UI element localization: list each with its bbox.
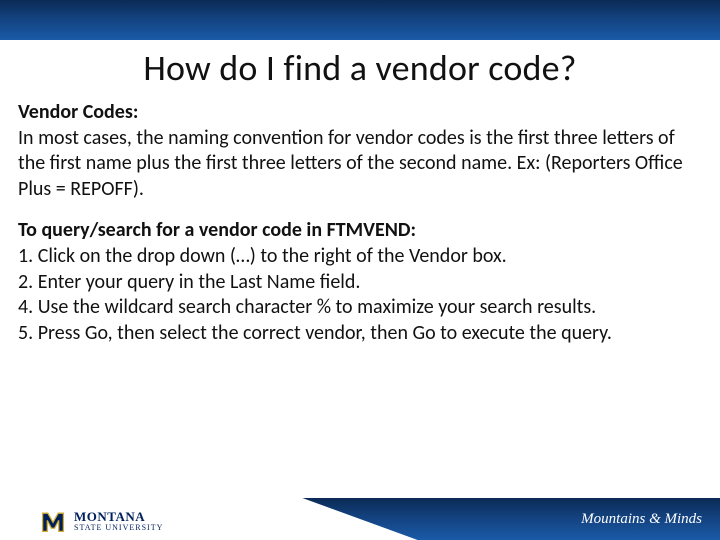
section-vendor-codes: Vendor Codes: In most cases, the naming … [18,100,702,202]
logo-main-text: MONTANA [74,510,163,523]
section2-heading: To query/search for a vendor code in FTM… [18,218,416,242]
footer-tagline: Mountains & Minds [581,511,702,528]
top-banner [0,0,720,40]
step-5: 5. Press Go, then select the correct ven… [18,321,612,345]
section1-heading: Vendor Codes: [18,100,138,124]
step-2: 2. Enter your query in the Last Name fie… [18,270,360,294]
slide-title: How do I find a vendor code? [0,40,720,100]
footer: MONTANA STATE UNIVERSITY Mountains & Min… [0,498,720,540]
slide-body: Vendor Codes: In most cases, the naming … [0,100,720,498]
logo-text-wrap: MONTANA STATE UNIVERSITY [74,510,163,532]
section-query-steps: To query/search for a vendor code in FTM… [18,218,702,346]
slide: How do I find a vendor code? Vendor Code… [0,0,720,540]
montana-logo: MONTANA STATE UNIVERSITY [40,508,163,534]
step-4: 4. Use the wildcard search character % t… [18,295,596,319]
logo-sub-text: STATE UNIVERSITY [74,523,163,532]
logo-icon [40,508,66,534]
section1-text: In most cases, the naming convention for… [18,126,683,201]
step-1: 1. Click on the drop down (…) to the rig… [18,244,507,268]
